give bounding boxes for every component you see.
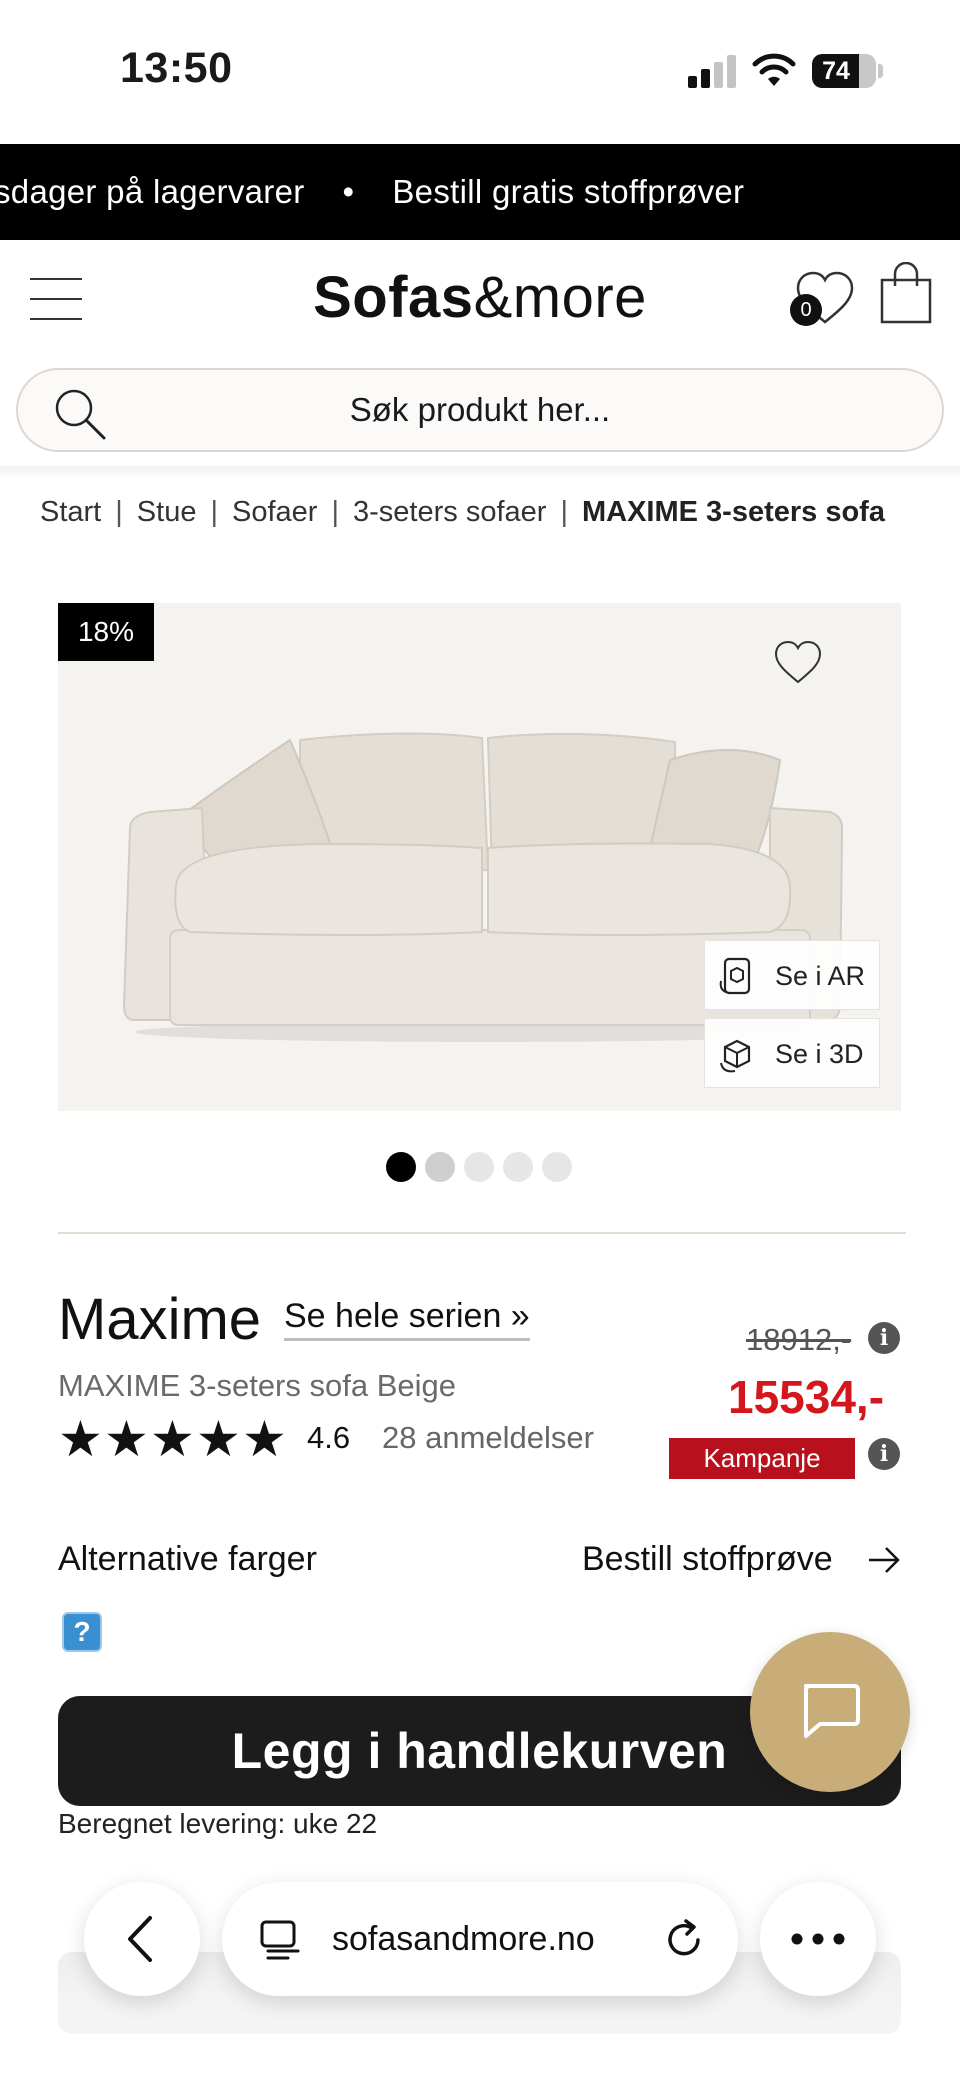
status-bar: 13:50 74 <box>0 0 960 144</box>
delivery-label: Beregnet levering: <box>58 1808 286 1839</box>
battery-icon: 74 <box>812 54 876 88</box>
delivery-value: uke 22 <box>293 1808 378 1839</box>
browser-back-button[interactable] <box>84 1882 200 1996</box>
wifi-icon <box>752 53 796 86</box>
price-info-icon[interactable]: i <box>868 1322 900 1354</box>
reload-icon[interactable] <box>662 1918 706 1962</box>
chevron-left-icon <box>128 1916 152 1962</box>
cellular-signal-icon <box>688 55 738 88</box>
battery-tip <box>878 64 883 78</box>
color-swatch-placeholder-icon[interactable]: ? <box>62 1612 102 1652</box>
star-icon: ★ <box>58 1411 103 1467</box>
see-series-link[interactable]: Se hele serien » <box>284 1297 530 1341</box>
pagination-dot[interactable] <box>503 1152 533 1182</box>
old-price: 18912,- <box>746 1322 852 1357</box>
section-divider <box>58 1232 906 1234</box>
logo-light: &more <box>473 265 647 330</box>
wishlist-count-badge: 0 <box>790 294 822 326</box>
browser-more-button[interactable] <box>760 1882 876 1996</box>
cube-3d-icon <box>720 1039 751 1073</box>
breadcrumb-separator: | <box>115 496 123 528</box>
search-input[interactable]: Søk produkt her... <box>16 368 944 452</box>
page-menu-icon <box>260 1920 300 1960</box>
search-placeholder: Søk produkt her... <box>349 391 611 428</box>
browser-url: sofasandmore.no <box>332 1920 595 1958</box>
breadcrumb-sofaer[interactable]: Sofaer <box>232 496 317 528</box>
breadcrumb-start[interactable]: Start <box>40 496 101 528</box>
view-in-ar-button[interactable]: Se i AR <box>704 940 880 1010</box>
rating-value: 4.6 <box>307 1420 351 1455</box>
estimated-delivery: Beregnet levering: uke 22 <box>58 1808 377 1840</box>
header-divider <box>0 466 960 478</box>
ar-icon <box>719 957 751 995</box>
banner-text-right: Bestill gratis stoffprøver <box>392 173 745 210</box>
chat-bubble-icon <box>804 1684 860 1738</box>
order-fabric-sample-link[interactable]: Bestill stoffprøve <box>582 1540 833 1579</box>
breadcrumb-stue[interactable]: Stue <box>137 496 197 528</box>
battery-percent: 74 <box>822 57 850 85</box>
breadcrumb: Start | Stue | Sofaer | 3-seters sofaer | MAXIME… <box>40 496 920 529</box>
arrow-right-icon[interactable] <box>866 1542 902 1578</box>
star-icon: ★ <box>104 1411 149 1467</box>
breadcrumb-separator: | <box>331 496 340 528</box>
breadcrumb-separator: | <box>210 496 219 528</box>
alternative-colors-label: Alternative farger <box>58 1540 317 1578</box>
breadcrumb-3-seters[interactable]: 3-seters sofaer <box>353 496 546 528</box>
logo-bold: Sofas <box>313 265 474 330</box>
banner-separator: • <box>342 173 355 210</box>
campaign-badge: Kampanje <box>669 1438 855 1479</box>
more-dots-icon <box>791 1933 845 1945</box>
view-in-3d-button[interactable]: Se i 3D <box>704 1018 880 1088</box>
discount-badge: 18% <box>58 603 154 661</box>
breadcrumb-current: MAXIME 3-seters sofa <box>581 496 885 528</box>
campaign-info-icon[interactable]: i <box>868 1438 900 1470</box>
product-subtitle: MAXIME 3-seters sofa Beige <box>58 1368 456 1403</box>
breadcrumb-separator: | <box>560 496 568 528</box>
pagination-dot[interactable] <box>386 1152 416 1182</box>
pagination-dot[interactable] <box>464 1152 494 1182</box>
pagination-dot[interactable] <box>425 1152 455 1182</box>
status-time: 13:50 <box>120 44 233 92</box>
pagination-dot[interactable] <box>542 1152 572 1182</box>
chat-button[interactable] <box>750 1632 910 1792</box>
promo-banner[interactable]: sdager på lagervarer • Bestill gratis stof… <box>0 144 960 240</box>
campaign-price: 15534,- <box>728 1371 885 1423</box>
banner-text-left: sdager på lagervarer <box>0 173 305 210</box>
reviews-link[interactable]: 28 anmeldelser <box>382 1420 594 1456</box>
site-header: Sofas&more 0 <box>0 240 960 360</box>
view-ar-label: Se i AR <box>775 961 866 991</box>
star-icon: ★ <box>150 1411 195 1467</box>
product-series-name: Maxime <box>58 1287 262 1352</box>
browser-address-bar[interactable]: sofasandmore.no <box>222 1882 738 1996</box>
star-icon: ★ <box>242 1411 287 1467</box>
view-3d-label: Se i 3D <box>775 1039 864 1069</box>
star-icon: ★ <box>196 1411 241 1467</box>
shopping-bag-icon[interactable] <box>878 262 934 326</box>
favorite-heart-icon[interactable] <box>772 638 824 686</box>
breadcrumb-fade <box>880 490 960 540</box>
